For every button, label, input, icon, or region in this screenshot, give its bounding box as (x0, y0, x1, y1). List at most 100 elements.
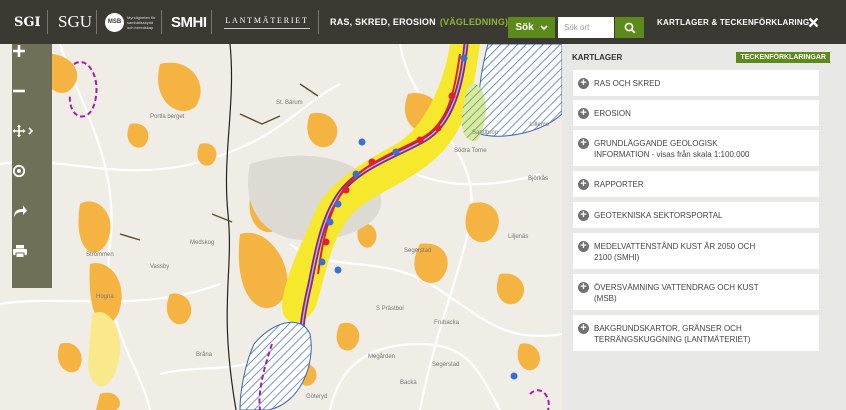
lantmateriet-logo[interactable]: LANTMÄTERIET (222, 0, 312, 44)
pan-icon (12, 124, 34, 138)
place-label: Sandbron (472, 130, 499, 136)
zoom-in-icon (13, 45, 25, 57)
sgu-logo[interactable]: SGU (58, 0, 92, 44)
msb-logo[interactable]: MSB Myndigheten för samhällsskydd och be… (105, 0, 157, 44)
place-label: Strömmen (86, 252, 114, 258)
place-label: Portla berget (150, 114, 185, 120)
layer-oversvamning[interactable]: + ÖVERSVÄMNING VATTENDRAG OCH KUST (MSB) (573, 274, 819, 310)
expand-plus-icon: + (578, 282, 589, 293)
layer-label-line: (MSB) (594, 294, 617, 303)
lantmateriet-underline (224, 27, 310, 29)
flood-boundary (529, 389, 550, 410)
expand-plus-icon: + (578, 77, 589, 89)
share-button[interactable] (12, 204, 52, 244)
layer-label: GEOTEKNISKA SEKTORSPORTAL (594, 210, 723, 220)
lantmateriet-wordmark: LANTMÄTERIET (225, 15, 309, 25)
layer-geotekniska-sektorsportal[interactable]: + GEOTEKNISKA SEKTORSPORTAL (573, 202, 819, 228)
map-canvas[interactable]: St. Bärum Portla berget Södra Torne Björ… (0, 44, 562, 410)
place-label: Backa (400, 380, 417, 386)
pale-risk-area (88, 312, 121, 387)
place-label: Hogna (96, 294, 114, 300)
layer-label: RAPPORTER (594, 179, 644, 189)
layer-medelvattenstand[interactable]: + MEDELVATTENSTÅND KUST ÅR 2050 OCH 2100 … (573, 233, 819, 269)
layer-rapporter[interactable]: + RAPPORTER (573, 171, 819, 197)
layer-label-line: MEDELVATTENSTÅND KUST ÅR 2050 OCH (594, 242, 756, 251)
guidance-link[interactable]: (VÄGLEDNING) (440, 17, 508, 27)
layer-label-line: INFORMATION - visas från skala 1:100.000 (594, 150, 750, 159)
print-icon (13, 245, 27, 258)
expand-plus-icon: + (578, 107, 589, 119)
header-divider (161, 10, 162, 34)
place-label: Segerstad (404, 248, 432, 254)
layer-label-line: ÖVERSVÄMNING VATTENDRAG OCH KUST (594, 283, 759, 292)
locate-button[interactable] (12, 164, 52, 204)
locate-icon (12, 164, 26, 178)
layer-ras-och-skred[interactable]: + RAS OCH SKRED (573, 70, 819, 96)
msb-mark: MSB (105, 12, 124, 32)
header-divider (96, 10, 97, 34)
top-bar: SGI SGU MSB Myndigheten för samhällsskyd… (0, 0, 846, 44)
place-label: Segerstad (432, 362, 460, 368)
map-toolbar (12, 44, 52, 288)
close-icon (808, 17, 818, 27)
app-title: RAS, SKRED, EROSION (VÄGLEDNING) (330, 0, 508, 44)
place-label: Vassby (150, 264, 170, 270)
chevron-down-icon (540, 24, 548, 30)
layer-erosion[interactable]: + EROSION (573, 100, 819, 126)
panel-toggle-label[interactable]: KARTLAGER & TECKENFÖRKLARING (657, 0, 809, 44)
sgi-logo[interactable]: SGI (14, 0, 41, 44)
place-label: Medskog (190, 240, 215, 246)
zoom-out-button[interactable] (12, 84, 52, 124)
place-label: Lillemo (530, 122, 550, 128)
pan-button[interactable] (12, 124, 52, 164)
expand-plus-icon: + (578, 323, 589, 334)
layer-label-line: TERRÄNGSKUGGNING (LANTMÄTERIET) (594, 335, 751, 344)
flood-area-east (477, 44, 562, 137)
kartlager-heading: KARTLAGER (572, 53, 623, 62)
place-label: Södra Torne (454, 148, 487, 154)
panel-header: KARTLAGER TECKENFÖRKLARINGAR (572, 52, 830, 66)
layer-label: EROSION (594, 108, 631, 118)
search-icon (624, 22, 635, 33)
search-type-dropdown[interactable]: Sök (508, 17, 555, 38)
search-button[interactable] (615, 17, 644, 38)
expand-plus-icon: + (578, 138, 589, 149)
zoom-in-button[interactable] (12, 44, 52, 84)
header-divider (47, 10, 48, 34)
layer-label-line: GRUNDLÄGGANDE GEOLOGISK (594, 139, 718, 148)
header-divider (318, 10, 319, 34)
place-label: Bråna (196, 352, 213, 358)
place-label: Göteryd (306, 394, 328, 400)
layer-label: ÖVERSVÄMNING VATTENDRAG OCH KUST (MSB) (594, 282, 759, 304)
smhi-logo[interactable]: SMHI (171, 0, 207, 44)
layer-geologisk-information[interactable]: + GRUNDLÄGGANDE GEOLOGISK INFORMATION - v… (573, 130, 819, 166)
layer-label: MEDELVATTENSTÅND KUST ÅR 2050 OCH 2100 (S… (594, 241, 755, 263)
msb-wordmark: Myndigheten för samhällsskydd och bereds… (127, 14, 156, 30)
layer-label: BAKGRUNDSKARTOR, GRÄNSER OCH TERRÄNGSKUGG… (594, 323, 750, 345)
flood-area-south (239, 321, 312, 410)
close-panel-button[interactable] (804, 13, 822, 31)
layer-label-line: 2100 (SMHI) (594, 253, 640, 262)
place-label: Liljenäs (508, 234, 529, 240)
place-label: Björkås (528, 176, 549, 182)
place-label: Frubacka (434, 320, 460, 326)
expand-plus-icon: + (578, 178, 589, 190)
layer-bakgrundskartor[interactable]: + BAKGRUNDSKARTOR, GRÄNSER OCH TERRÄNGSKU… (573, 315, 819, 351)
print-button[interactable] (12, 244, 52, 284)
share-icon (14, 205, 27, 217)
header-divider (211, 10, 212, 34)
legend-button[interactable]: TECKENFÖRKLARINGAR (736, 52, 830, 63)
app-title-main: RAS, SKRED, EROSION (330, 17, 436, 27)
map-layers (0, 44, 562, 410)
expand-plus-icon: + (578, 241, 589, 252)
municipal-boundary (225, 44, 237, 410)
zoom-out-icon (13, 89, 25, 93)
layer-label: GRUNDLÄGGANDE GEOLOGISK INFORMATION - vis… (594, 138, 749, 160)
layer-panel: KARTLAGER TECKENFÖRKLARINGAR + RAS OCH S… (562, 44, 846, 410)
place-label: St. Bärum (276, 100, 303, 106)
search-input[interactable] (558, 17, 614, 38)
place-label: Megården (368, 354, 396, 360)
expand-plus-icon: + (578, 209, 589, 221)
layer-label: RAS OCH SKRED (594, 78, 661, 88)
layer-label-line: BAKGRUNDSKARTOR, GRÄNSER OCH (594, 324, 742, 333)
